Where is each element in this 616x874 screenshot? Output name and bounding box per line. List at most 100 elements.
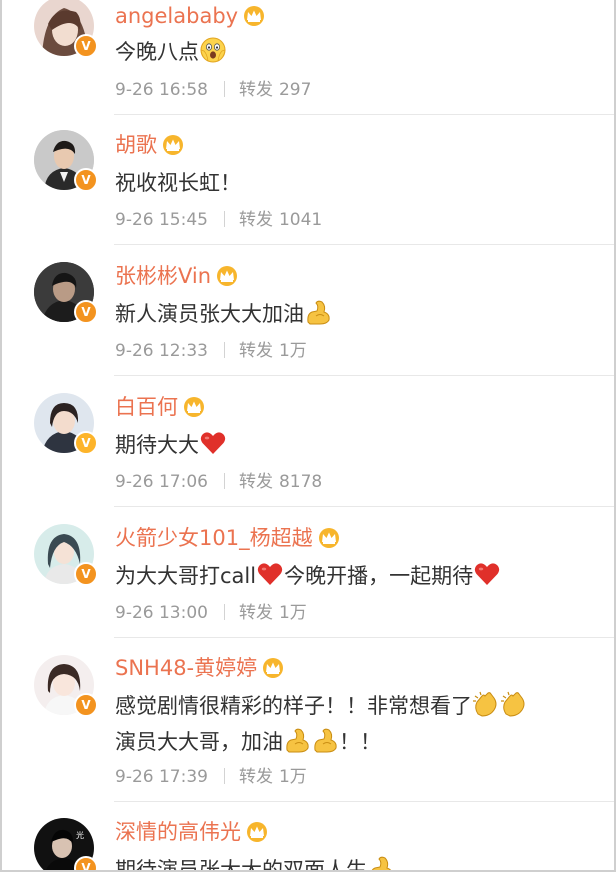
- repost-count[interactable]: 297: [279, 80, 311, 100]
- flexed-biceps-emoji-icon: [314, 728, 337, 753]
- repost-label[interactable]: 转发: [239, 767, 273, 787]
- repost-count[interactable]: 1万: [279, 341, 307, 361]
- verified-badge-icon: V: [74, 856, 98, 870]
- comment-text-content: 感觉剧情很精彩的样子！！非常想看了: [115, 694, 472, 718]
- comment-author-row: 深情的高伟光: [115, 817, 268, 847]
- comment-text: 期待演员张大大的双面人生: [115, 852, 594, 872]
- comment-text: 祝收视长虹！: [115, 165, 594, 201]
- verified-badge-icon: V: [74, 300, 98, 324]
- comment-author-name[interactable]: SNH48-黄婷婷: [115, 653, 257, 683]
- meta-separator: [223, 342, 225, 358]
- crown-icon: [244, 6, 265, 26]
- red-heart-emoji-icon: [474, 563, 500, 585]
- comment-text-part: 为大大哥打call: [115, 564, 257, 588]
- comment-meta: 9-26 17:06 转发 8178: [115, 470, 322, 494]
- comment-meta: 9-26 13:00 转发 1万: [115, 601, 307, 625]
- comment-author-row: 白百何: [115, 392, 205, 422]
- comment-meta: 9-26 17:39 转发 1万: [115, 765, 307, 789]
- clapping-hands-emoji-icon: [473, 691, 497, 717]
- repost-count[interactable]: 8178: [279, 472, 322, 492]
- comment-author-name[interactable]: 胡歌: [115, 130, 157, 160]
- crown-icon: [247, 822, 267, 842]
- comment-feed: V angelababy 今晚八点 9-26 16:58 转发 297 V 胡歌…: [0, 0, 616, 872]
- repost-label[interactable]: 转发: [239, 80, 273, 100]
- comment-author-name[interactable]: 白百何: [115, 392, 178, 422]
- comment-text-content: 今晚八点: [115, 40, 199, 64]
- comment-text-content: 期待大大: [115, 433, 199, 457]
- comment-time: 9-26 16:58: [115, 80, 208, 100]
- repost-count[interactable]: 1万: [279, 767, 307, 787]
- repost-label[interactable]: 转发: [239, 341, 273, 361]
- comment-divider: [114, 801, 614, 802]
- comment-text-content: 祝收视长虹！: [115, 171, 241, 195]
- comment-text-content: 新人演员张大大加油: [115, 302, 304, 326]
- repost-label[interactable]: 转发: [239, 210, 273, 230]
- comment-author-row: 火箭少女101_杨超越: [115, 523, 340, 553]
- comment-author-row: 张彬彬Vin: [115, 261, 238, 291]
- comment-author-row: 胡歌: [115, 130, 184, 160]
- repost-label[interactable]: 转发: [239, 603, 273, 623]
- crown-icon: [184, 397, 204, 417]
- comment-meta: 9-26 12:33 转发 1万: [115, 339, 307, 363]
- verified-badge-icon: V: [74, 431, 98, 455]
- crown-icon: [318, 528, 339, 548]
- comment-author-name[interactable]: angelababy: [115, 1, 238, 31]
- comment-text-line2: 演员大大哥，加油 ！！: [115, 724, 594, 760]
- comment-text: 期待大大: [115, 427, 594, 463]
- avatar[interactable]: V: [34, 655, 98, 717]
- comment-meta: 9-26 16:58 转发 297: [115, 78, 311, 102]
- comment-text-part: ！！: [339, 730, 381, 754]
- comment-author-row: SNH48-黄婷婷: [115, 653, 284, 683]
- meta-separator: [223, 473, 225, 489]
- comment-meta: 9-26 15:45 转发 1041: [115, 208, 322, 232]
- crown-icon: [263, 658, 284, 678]
- comment-author-name[interactable]: 深情的高伟光: [115, 817, 241, 847]
- red-heart-emoji-icon: [257, 563, 283, 585]
- clapping-hands-emoji-icon: [501, 691, 525, 717]
- svg-text:光: 光: [76, 830, 84, 840]
- comment-time: 9-26 13:00: [115, 603, 208, 623]
- comment-divider: [114, 114, 614, 115]
- flexed-biceps-emoji-icon: [286, 728, 309, 753]
- comment-author-name[interactable]: 张彬彬Vin: [115, 261, 211, 291]
- meta-separator: [223, 768, 225, 784]
- comment-time: 9-26 12:33: [115, 341, 208, 361]
- repost-label[interactable]: 转发: [239, 472, 273, 492]
- comment-text: 为大大哥打call 今晚开播，一起期待: [115, 558, 594, 594]
- avatar[interactable]: V: [34, 393, 98, 455]
- avatar[interactable]: V: [34, 0, 98, 58]
- comment-text: 新人演员张大大加油: [115, 296, 594, 332]
- avatar[interactable]: V: [34, 262, 98, 324]
- avatar[interactable]: V: [34, 524, 98, 586]
- comment-time: 9-26 15:45: [115, 210, 208, 230]
- verified-badge-icon: V: [74, 34, 98, 58]
- comment-text-content: 期待演员张大大的双面人生: [115, 858, 367, 872]
- comment-author-name[interactable]: 火箭少女101_杨超越: [115, 523, 313, 553]
- flexed-biceps-emoji-icon: [307, 300, 330, 325]
- verified-badge-icon: V: [74, 168, 98, 192]
- meta-separator: [223, 604, 225, 620]
- crown-icon: [217, 266, 238, 286]
- verified-badge-icon: V: [74, 693, 98, 717]
- meta-separator: [223, 211, 225, 227]
- scream-emoji-icon: [200, 37, 226, 63]
- comment-time: 9-26 17:39: [115, 767, 208, 787]
- comment-author-row: angelababy: [115, 1, 265, 31]
- repost-count[interactable]: 1041: [279, 210, 322, 230]
- flexed-biceps-emoji-icon: [371, 856, 392, 870]
- comment-divider: [114, 375, 614, 376]
- comment-divider: [114, 637, 614, 638]
- repost-count[interactable]: 1万: [279, 603, 307, 623]
- comment-divider: [114, 244, 614, 245]
- comment-text-part: 今晚开播，一起期待: [284, 564, 474, 588]
- verified-badge-icon: V: [74, 562, 98, 586]
- comment-text: 今晚八点: [115, 34, 594, 70]
- avatar[interactable]: V: [34, 130, 98, 192]
- comment-text-part: 演员大大哥，加油: [115, 730, 283, 754]
- avatar[interactable]: 光 V: [34, 818, 98, 870]
- crown-icon: [163, 135, 183, 155]
- meta-separator: [223, 81, 225, 97]
- comment-divider: [114, 506, 614, 507]
- comment-text: 感觉剧情很精彩的样子！！非常想看了: [115, 688, 594, 724]
- comment-time: 9-26 17:06: [115, 472, 208, 492]
